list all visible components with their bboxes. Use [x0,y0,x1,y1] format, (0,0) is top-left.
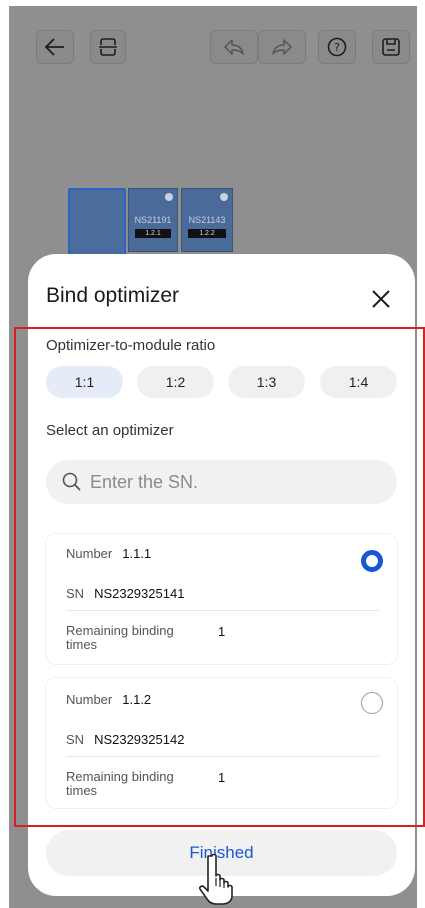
redo-icon[interactable] [258,30,306,64]
remaining-label: Remaining binding times [66,623,174,652]
close-icon[interactable] [366,284,396,314]
remaining-value: 1 [218,770,226,785]
module-panel[interactable]: NS21143 1.2.2 [181,188,233,252]
sn-label: SN [66,732,85,747]
undo-icon[interactable] [210,30,258,64]
module-status-dot [165,193,173,201]
module-sn: NS21191 [134,215,172,225]
sn-row: SN NS2329325142 [66,732,184,747]
ratio-chip-1-2[interactable]: 1:2 [137,366,214,398]
scan-frame-icon[interactable] [90,30,126,64]
number-value: 1.1.2 [122,692,152,707]
hand-pointer-icon [199,853,233,905]
number-row: Number 1.1.1 [66,546,151,561]
optimizer-card[interactable]: Number 1.1.1 SN NS2329325141 Remaining bin… [46,534,397,664]
divider [66,610,379,611]
radio-selected[interactable] [361,550,383,572]
module-tag: 1.2.1 [135,229,171,238]
sn-label: SN [66,586,85,601]
ratio-chip-1-1[interactable]: 1:1 [46,366,123,398]
sheet-title: Bind optimizer [46,284,180,307]
search-input[interactable] [90,471,370,493]
search-icon [62,472,81,491]
sn-value: NS2329325141 [94,586,185,601]
divider [66,756,379,757]
module-panel[interactable]: NS21191 1.2.1 [128,188,178,252]
back-arrow-icon[interactable] [36,30,74,64]
ratio-chip-1-4[interactable]: 1:4 [320,366,397,398]
search-box[interactable] [46,460,397,504]
save-icon[interactable] [372,30,410,64]
number-row: Number 1.1.2 [66,692,151,707]
number-label: Number [66,692,113,707]
optimizer-card[interactable]: Number 1.1.2 SN NS2329325142 Remaining bin… [46,678,397,808]
sn-row: SN NS2329325141 [66,586,184,601]
select-optimizer-label: Select an optimizer [46,422,174,439]
ratio-chip-1-3[interactable]: 1:3 [228,366,305,398]
number-label: Number [66,546,113,561]
ratio-label: Optimizer-to-module ratio [46,337,216,354]
module-status-dot [220,193,228,201]
sn-value: NS2329325142 [94,732,185,747]
help-icon[interactable]: ? [318,30,356,64]
module-sn: NS21143 [188,215,226,225]
radio-unselected[interactable] [361,692,383,714]
remaining-value: 1 [218,624,226,639]
svg-text:?: ? [334,41,340,54]
remaining-label: Remaining binding times [66,769,174,798]
module-tag: 1.2.2 [188,229,226,238]
number-value: 1.1.1 [122,546,152,561]
